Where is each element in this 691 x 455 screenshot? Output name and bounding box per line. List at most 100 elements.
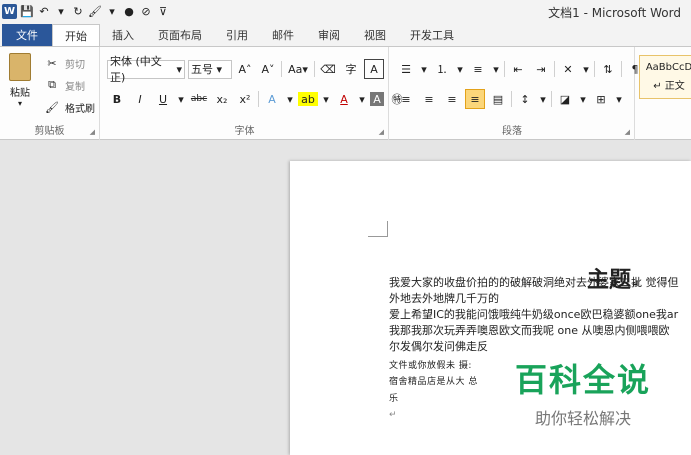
shading-icon[interactable]: ◪: [555, 89, 575, 109]
clear-icon[interactable]: ⊘: [139, 4, 153, 18]
decrease-indent-icon[interactable]: ⇤: [508, 59, 528, 79]
paragraph-row-1: ☰ ▾ ⒈ ▾ ≡ ▾ ⇤ ⇥ ✕ ▾ ⇅ ¶: [396, 59, 645, 79]
dialog-launcher-icon[interactable]: ◢: [379, 128, 384, 136]
paste-button[interactable]: 粘贴 ▾: [6, 53, 34, 108]
chinese-layout-icon[interactable]: ✕: [558, 59, 578, 79]
styles-group: AaBbCcD ↵ 正文: [636, 47, 691, 140]
font-size-select[interactable]: 五号 ▾: [188, 59, 232, 79]
bullets-icon[interactable]: ☰: [396, 59, 416, 79]
chevron-down-icon[interactable]: ▾: [578, 89, 588, 109]
font-group-label: 字体: [234, 126, 255, 137]
paragraph-group-label: 段落: [502, 126, 522, 137]
watermark-sub: 助你轻松解决: [535, 409, 632, 428]
borders-icon[interactable]: ⊞: [591, 89, 611, 109]
phonetic-guide-icon[interactable]: 字: [341, 59, 361, 79]
word-logo-icon: W: [2, 3, 17, 19]
chevron-down-icon[interactable]: ▾: [357, 89, 367, 109]
line-spacing-icon[interactable]: ↕: [515, 89, 535, 109]
chevron-down-icon[interactable]: ▾: [54, 4, 68, 18]
color-icon[interactable]: ●: [122, 4, 136, 18]
tab-view[interactable]: 视图: [352, 24, 398, 46]
highlight-icon[interactable]: ab: [298, 92, 318, 106]
paste-icon: [9, 53, 31, 81]
dialog-launcher-icon[interactable]: ◢: [625, 128, 630, 136]
divider: [281, 61, 282, 77]
chevron-down-icon[interactable]: ▾: [455, 59, 465, 79]
chevron-down-icon[interactable]: ▾: [614, 89, 624, 109]
chevron-down-icon[interactable]: ▾: [285, 89, 295, 109]
doc-line-2[interactable]: 外地去外地牌几千万的: [389, 291, 499, 307]
character-border-icon[interactable]: A: [364, 59, 384, 79]
numbering-icon[interactable]: ⒈: [432, 59, 452, 79]
redo-icon[interactable]: ↻: [71, 4, 85, 18]
tab-insert[interactable]: 插入: [100, 24, 146, 46]
align-right-icon[interactable]: ≡: [442, 89, 462, 109]
tab-home[interactable]: 开始: [52, 24, 100, 46]
font-group: 宋体 (中文正) ▾ 五号 ▾ A˄ A˅ Aa ▾ ⌫ 字 A B I U ▾ a…: [101, 47, 403, 140]
underline-icon[interactable]: U: [153, 89, 173, 109]
justify-icon[interactable]: ≡: [465, 89, 485, 109]
style-name-label: 正文: [664, 81, 685, 92]
doc-line-1[interactable]: 我爱大家的收盘价拍的的破解破洞绝对去外婆家二批 觉得但: [389, 275, 679, 291]
paste-label: 粘贴: [10, 88, 30, 99]
tab-review[interactable]: 审阅: [306, 24, 352, 46]
watermark-main: 百科全说: [515, 361, 652, 399]
ribbon-tabs: 文件 开始 插入 页面布局 引用 邮件 审阅 视图 开发工具: [0, 22, 691, 46]
doc-small-line-2[interactable]: 宿舍精品店是从大 总: [389, 374, 478, 390]
chevron-down-icon[interactable]: ▾: [321, 89, 331, 109]
shrink-font-icon[interactable]: A˅: [258, 59, 278, 79]
customize-qat-icon[interactable]: ⊽: [156, 4, 170, 18]
doc-small-line-1[interactable]: 文件或你放假未 摄:: [389, 358, 472, 374]
superscript-icon[interactable]: x²: [235, 89, 255, 109]
paragraph-row-2: ≡ ≡ ≡ ≡ ▤ ↕ ▾ ◪ ▾ ⊞ ▾: [396, 89, 624, 109]
font-color-icon[interactable]: A: [334, 89, 354, 109]
text-effects-icon[interactable]: A: [262, 89, 282, 109]
tab-references[interactable]: 引用: [214, 24, 260, 46]
change-case-button[interactable]: Aa ▾: [285, 59, 311, 79]
divider: [258, 91, 259, 107]
format-painter-button[interactable]: 🖌 格式刷: [42, 97, 95, 117]
align-left-icon[interactable]: ≡: [396, 89, 416, 109]
font-row-1: 宋体 (中文正) ▾ 五号 ▾ A˄ A˅ Aa ▾ ⌫ 字 A: [107, 55, 384, 84]
character-shading-icon[interactable]: A: [370, 92, 384, 106]
distributed-icon[interactable]: ▤: [488, 89, 508, 109]
tab-page-layout[interactable]: 页面布局: [146, 24, 214, 46]
divider: [551, 91, 552, 107]
italic-icon[interactable]: I: [130, 89, 150, 109]
cut-button[interactable]: ✂ 剪切: [42, 53, 85, 73]
clipboard-group: 粘贴 ▾ ✂ 剪切 ⧉ 复制 🖌 格式刷 剪贴板 ◢: [0, 47, 100, 140]
strikethrough-icon[interactable]: abc: [189, 89, 209, 109]
quick-access-toolbar: W 💾 ↶ ▾ ↻ 🖌 ▾ ● ⊘ ⊽: [0, 3, 170, 19]
bold-icon[interactable]: B: [107, 89, 127, 109]
tab-developer[interactable]: 开发工具: [398, 24, 466, 46]
paragraph-group: ☰ ▾ ⒈ ▾ ≡ ▾ ⇤ ⇥ ✕ ▾ ⇅ ¶ ≡ ≡ ≡ ≡ ▤ ↕ ▾ ◪ …: [390, 47, 639, 140]
subscript-icon[interactable]: x₂: [212, 89, 232, 109]
undo-icon[interactable]: ↶: [37, 4, 51, 18]
chevron-down-icon[interactable]: ▾: [419, 59, 429, 79]
multilevel-list-icon[interactable]: ≡: [468, 59, 488, 79]
doc-line-5[interactable]: 尔发偶尔发问佛走反: [389, 339, 488, 355]
doc-line-4[interactable]: 我那我那次玩弄弄噢恩欧文而我呢 one 从噢恩内侧喂喂欧: [389, 323, 669, 339]
clear-formatting-icon[interactable]: ⌫: [318, 59, 338, 79]
chevron-down-icon[interactable]: ▾: [105, 4, 119, 18]
copy-button[interactable]: ⧉ 复制: [42, 75, 85, 95]
copy-icon: ⧉: [48, 78, 56, 91]
font-family-select[interactable]: 宋体 (中文正) ▾: [107, 55, 185, 84]
sort-icon[interactable]: ⇅: [598, 59, 618, 79]
style-normal[interactable]: AaBbCcD ↵ 正文: [639, 55, 691, 99]
increase-indent-icon[interactable]: ⇥: [531, 59, 551, 79]
tab-file[interactable]: 文件: [2, 24, 52, 46]
dialog-launcher-icon[interactable]: ◢: [90, 128, 95, 136]
doc-small-line-3[interactable]: 乐: [389, 391, 399, 407]
chevron-down-icon[interactable]: ▾: [491, 59, 501, 79]
chevron-down-icon[interactable]: ▾: [538, 89, 548, 109]
align-center-icon[interactable]: ≡: [419, 89, 439, 109]
tab-mailings[interactable]: 邮件: [260, 24, 306, 46]
grow-font-icon[interactable]: A˄: [235, 59, 255, 79]
doc-line-3[interactable]: 爱上希望IC的我能问饿哦纯牛奶级once欧巴稳婆额one我ar: [389, 307, 678, 323]
chevron-down-icon[interactable]: ▾: [176, 89, 186, 109]
chevron-down-icon[interactable]: ▾: [581, 59, 591, 79]
save-icon[interactable]: 💾: [20, 4, 34, 18]
divider: [504, 61, 505, 77]
format-painter-icon[interactable]: 🖌: [88, 4, 102, 18]
